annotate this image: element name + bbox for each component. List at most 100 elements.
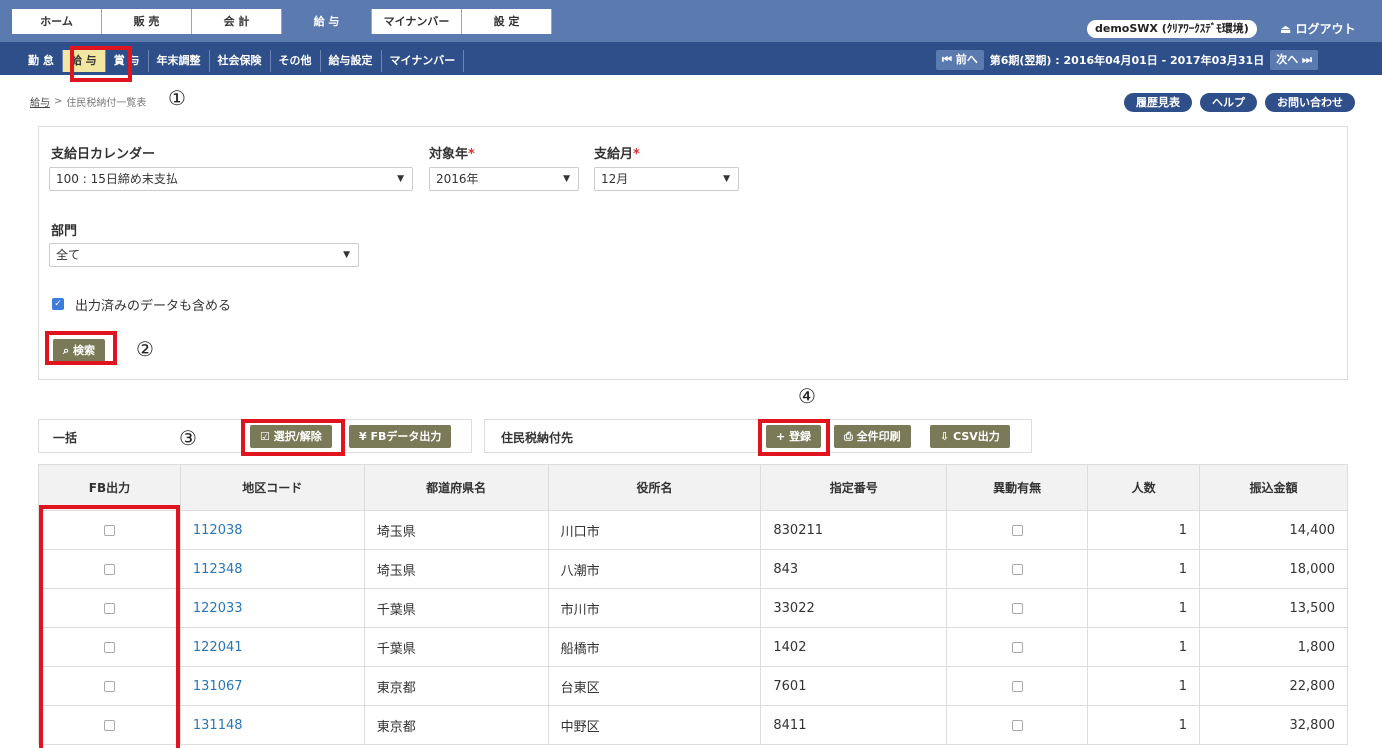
headcount-cell: 1 xyxy=(1087,666,1201,706)
tab-payroll[interactable]: 給 与 xyxy=(282,9,372,34)
table-body: 112038 埼玉県 川口市 830211 1 14,400 112348 埼玉県 八潮市 843… xyxy=(38,510,1348,745)
headcount-cell: 1 xyxy=(1087,627,1201,667)
period-label: 第6期(翌期) : 2016年04月01日 - 2017年03月31日 xyxy=(989,54,1265,67)
breadcrumb-parent[interactable]: 給与 xyxy=(30,94,50,109)
header-area-code[interactable]: 地区コード xyxy=(179,464,365,511)
caret-down-icon: ▼ xyxy=(343,250,350,260)
header-office[interactable]: 役所名 xyxy=(547,464,762,511)
header-fb-output[interactable]: FB出力 xyxy=(38,464,181,511)
caret-down-icon: ▼ xyxy=(397,174,404,184)
subtab-payroll-settings[interactable]: 給与設定 xyxy=(321,50,382,72)
breadcrumb-current: 住民税納付一覧表 xyxy=(66,98,147,109)
user-badge[interactable]: demoSWX (ｸﾘｱﾜｰｸｽﾃﾞﾓ環境) xyxy=(1087,20,1257,38)
area-code-link[interactable]: 122033 xyxy=(193,601,243,616)
eject-icon: ⏏ xyxy=(1280,22,1292,36)
csv-output-button[interactable]: ⇩ CSV出力 xyxy=(930,425,1010,448)
year-value: 2016年 xyxy=(436,172,479,186)
amount-cell: 18,000 xyxy=(1199,549,1348,589)
change-flag-cell xyxy=(946,705,1089,745)
designated-number-cell: 33022 xyxy=(760,588,948,628)
amount-cell: 1,800 xyxy=(1199,627,1348,667)
area-code-link[interactable]: 112038 xyxy=(193,523,243,538)
logout-link[interactable]: ⏏ ログアウト xyxy=(1280,20,1356,38)
table-row: 131148 東京都 中野区 8411 1 32,800 xyxy=(38,705,1348,745)
breadcrumb: 給与 > 住民税納付一覧表 xyxy=(30,94,146,109)
next-period-button[interactable]: 次へ ⏭ xyxy=(1270,50,1318,70)
csv-label: CSV出力 xyxy=(953,430,1000,443)
subtab-mynumber[interactable]: マイナンバー xyxy=(382,50,465,72)
change-flag-cell xyxy=(946,588,1089,628)
subtab-year-end[interactable]: 年末調整 xyxy=(149,50,210,72)
annotation-4: ④ xyxy=(798,384,816,408)
office-cell: 船橋市 xyxy=(547,627,762,667)
area-code-link[interactable]: 131067 xyxy=(193,679,243,694)
period-nav: ⏮ 前へ 第6期(翌期) : 2016年04月01日 - 2017年03月31日… xyxy=(936,50,1318,70)
prefecture-cell: 埼玉県 xyxy=(363,549,549,589)
logout-label: ログアウト xyxy=(1295,22,1356,36)
area-code-link[interactable]: 131148 xyxy=(193,718,243,733)
skip-forward-icon: ⏭ xyxy=(1302,53,1312,66)
area-code-cell: 131067 xyxy=(179,666,365,706)
subtab-other[interactable]: その他 xyxy=(271,50,321,72)
dept-select[interactable]: 全て ▼ xyxy=(49,243,359,267)
headcount-cell: 1 xyxy=(1087,588,1201,628)
subtab-social-insurance[interactable]: 社会保険 xyxy=(210,50,271,72)
table-row: 112038 埼玉県 川口市 830211 1 14,400 xyxy=(38,510,1348,550)
change-flag-checkbox[interactable] xyxy=(1011,680,1023,692)
area-code-link[interactable]: 112348 xyxy=(193,562,243,577)
tab-mynumber[interactable]: マイナンバー xyxy=(372,9,462,34)
contact-button[interactable]: お問い合わせ xyxy=(1265,93,1355,112)
calendar-select[interactable]: 100 : 15日締め末支払 ▼ xyxy=(49,167,413,191)
prefecture-cell: 東京都 xyxy=(363,666,549,706)
prefecture-cell: 埼玉県 xyxy=(363,510,549,550)
tab-settings[interactable]: 設 定 xyxy=(462,9,552,34)
header-transfer-amount[interactable]: 振込金額 xyxy=(1199,464,1348,511)
table-header-row: FB出力 地区コード 都道府県名 役所名 指定番号 異動有無 人数 振込金額 xyxy=(38,464,1348,511)
header-change-flag[interactable]: 異動有無 xyxy=(946,464,1089,511)
change-flag-checkbox[interactable] xyxy=(1011,524,1023,536)
area-code-cell: 122041 xyxy=(179,627,365,667)
yen-icon: ¥ xyxy=(359,430,367,443)
designated-number-cell: 1402 xyxy=(760,627,948,667)
header-prefecture[interactable]: 都道府県名 xyxy=(363,464,549,511)
header-designated-number[interactable]: 指定番号 xyxy=(760,464,948,511)
header-headcount[interactable]: 人数 xyxy=(1087,464,1201,511)
history-button[interactable]: 履歴見表 xyxy=(1124,93,1192,112)
tab-sales[interactable]: 販 売 xyxy=(102,9,192,34)
subtab-attendance[interactable]: 勤 怠 xyxy=(20,50,63,72)
search-panel: 支給日カレンダー 100 : 15日締め末支払 ▼ 対象年* 2016年 ▼ 支… xyxy=(38,126,1348,380)
office-cell: 中野区 xyxy=(547,705,762,745)
caret-down-icon: ▼ xyxy=(723,174,730,184)
amount-cell: 32,800 xyxy=(1199,705,1348,745)
change-flag-checkbox[interactable] xyxy=(1011,563,1023,575)
dept-label: 部門 xyxy=(51,224,78,239)
area-code-cell: 112038 xyxy=(179,510,365,550)
change-flag-checkbox[interactable] xyxy=(1011,719,1023,731)
month-value: 12月 xyxy=(601,172,629,186)
amount-cell: 14,400 xyxy=(1199,510,1348,550)
change-flag-cell xyxy=(946,627,1089,667)
annotation-1: ① xyxy=(168,86,186,110)
amount-cell: 22,800 xyxy=(1199,666,1348,706)
help-button[interactable]: ヘルプ xyxy=(1200,93,1257,112)
sub-nav: 勤 怠 給 与 賞 与 年末調整 社会保険 その他 給与設定 マイナンバー ⏮ … xyxy=(0,42,1382,75)
change-flag-checkbox[interactable] xyxy=(1011,602,1023,614)
change-flag-checkbox[interactable] xyxy=(1011,641,1023,653)
month-select[interactable]: 12月 ▼ xyxy=(594,167,739,191)
include-output-checkbox[interactable]: ✓ xyxy=(52,298,64,310)
print-all-button[interactable]: ⎙ 全件印刷 xyxy=(834,425,911,448)
month-label-text: 支給月 xyxy=(594,147,634,162)
year-select[interactable]: 2016年 ▼ xyxy=(429,167,579,191)
fb-output-button[interactable]: ¥ FBデータ出力 xyxy=(349,425,452,448)
tab-accounting[interactable]: 会 計 xyxy=(192,9,282,34)
prev-period-button[interactable]: ⏮ 前へ xyxy=(936,50,984,70)
office-cell: 台東区 xyxy=(547,666,762,706)
tab-home[interactable]: ホーム xyxy=(12,9,102,34)
next-label: 次へ xyxy=(1276,53,1299,66)
year-label: 対象年* xyxy=(429,143,475,162)
table-row: 131067 東京都 台東区 7601 1 22,800 xyxy=(38,666,1348,706)
area-code-link[interactable]: 122041 xyxy=(193,640,243,655)
prev-label: 前へ xyxy=(955,53,978,66)
amount-cell: 13,500 xyxy=(1199,588,1348,628)
prefecture-cell: 東京都 xyxy=(363,705,549,745)
